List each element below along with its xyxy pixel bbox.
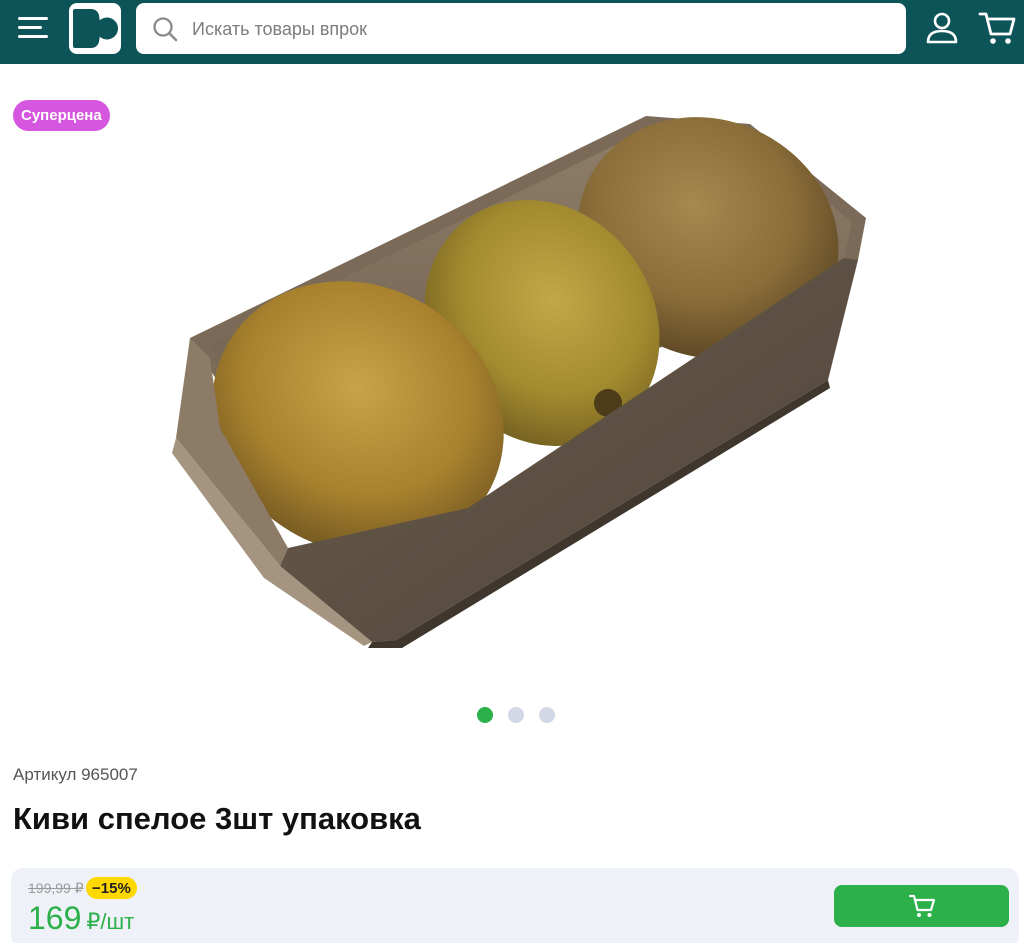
search-bar[interactable] (136, 3, 906, 54)
user-icon (926, 12, 958, 44)
cart-icon (908, 894, 935, 917)
gallery-dot-3[interactable] (539, 707, 555, 723)
user-button[interactable] (925, 11, 959, 45)
top-header (0, 0, 1024, 64)
gallery-pagination (477, 707, 555, 723)
gallery-dot-2[interactable] (508, 707, 524, 723)
price-value: 169 (28, 900, 82, 936)
old-price: 199,99 ₽ (28, 880, 84, 896)
menu-button[interactable] (18, 14, 52, 44)
search-icon (153, 17, 178, 42)
kiwi-tray-image (172, 116, 866, 648)
menu-icon-line (18, 17, 48, 20)
price-panel: 199,99 ₽ −15% 169 ₽/шт (11, 868, 1019, 943)
product-title: Киви спелое 3шт упаковка (13, 801, 421, 836)
menu-icon-line (18, 26, 42, 29)
store-logo[interactable] (69, 3, 121, 54)
product-image[interactable] (168, 108, 872, 648)
add-to-cart-button[interactable] (834, 885, 1009, 927)
logo-icon (73, 9, 118, 48)
menu-icon-line (18, 35, 48, 38)
cart-icon (978, 12, 1016, 44)
discount-badge: −15% (86, 877, 137, 899)
search-input[interactable] (192, 11, 882, 47)
current-price: 169 ₽/шт (28, 900, 134, 937)
gallery-dot-1[interactable] (477, 707, 493, 723)
cart-button[interactable] (978, 10, 1016, 46)
price-unit: ₽/шт (86, 909, 135, 934)
breadcrumb (240, 55, 245, 67)
product-sku: Артикул 965007 (13, 765, 138, 784)
superprice-badge: Суперцена (13, 100, 110, 131)
